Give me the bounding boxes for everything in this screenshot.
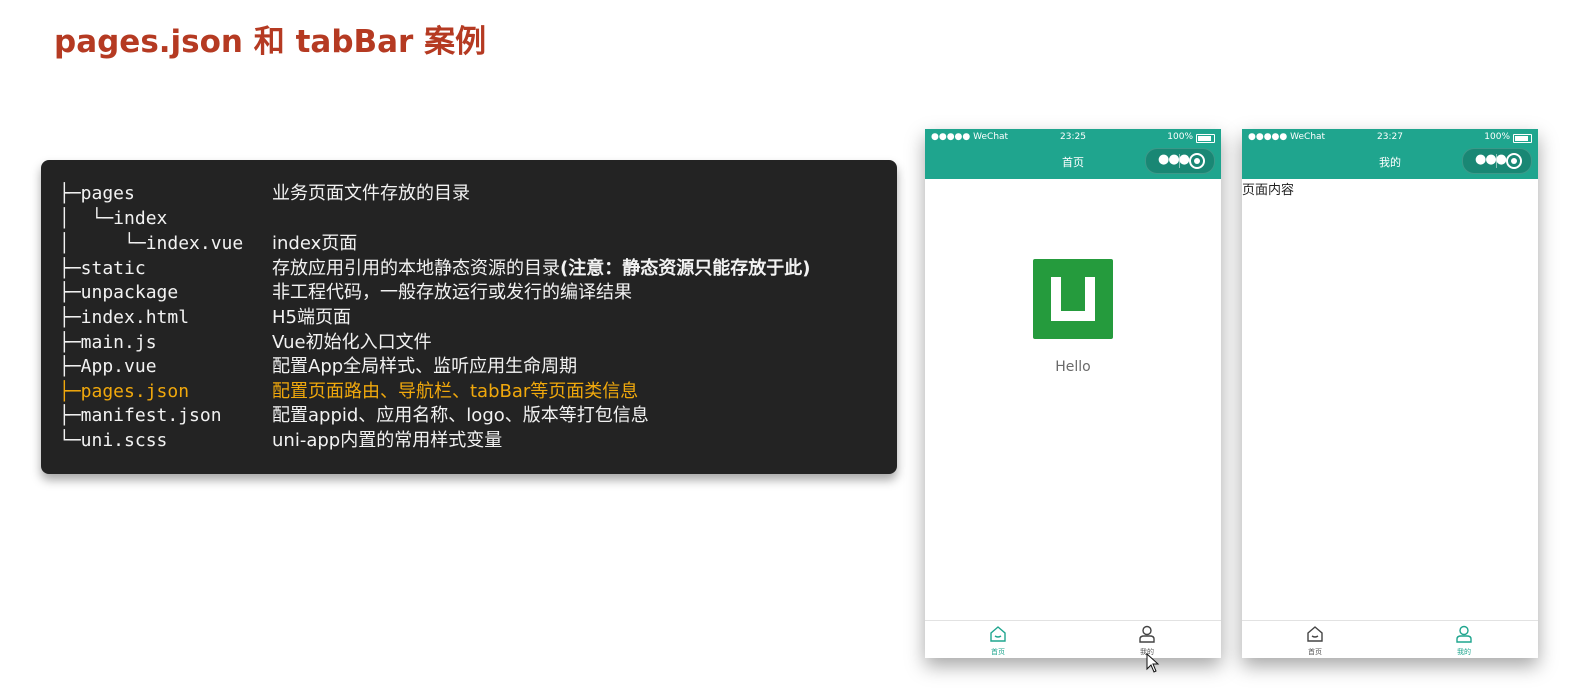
tree-path: ├─static: [59, 258, 146, 279]
slide-title: pages.json 和 tabBar 案例: [54, 24, 487, 60]
user-icon: [1456, 625, 1472, 643]
tree-path: │ └─index: [59, 208, 168, 229]
close-target-icon[interactable]: [1189, 153, 1205, 169]
user-icon: [1139, 625, 1155, 643]
tree-path: ├─main.js: [59, 332, 157, 353]
status-battery-text: 100%: [1484, 132, 1510, 142]
tree-row-index-dir: │ └─index: [41, 206, 897, 231]
tree-path: │ └─index.vue: [59, 233, 244, 254]
tab-label: 我的: [1457, 648, 1471, 656]
uni-logo-icon: [1033, 259, 1113, 339]
directory-tree-panel: ├─pages 业务页面文件存放的目录 │ └─index │ └─index.…: [41, 160, 897, 474]
close-target-icon[interactable]: [1506, 153, 1522, 169]
tree-path: ├─index.html: [59, 307, 190, 328]
tab-mine[interactable]: 我的: [1434, 621, 1494, 658]
tab-bar: 首页 我的: [1242, 620, 1538, 658]
tree-desc: 非工程代码，一般存放运行或发行的编译结果: [272, 282, 632, 303]
tree-path: ├─pages.json: [59, 381, 190, 402]
more-icon[interactable]: ●●●: [1475, 152, 1507, 168]
tree-desc: 配置App全局样式、监听应用生命周期: [272, 356, 578, 377]
tab-label: 首页: [1308, 648, 1322, 656]
tree-row-app-vue: ├─App.vue 配置App全局样式、监听应用生命周期: [41, 354, 897, 379]
tree-row-main-js: ├─main.js Vue初始化入口文件: [41, 330, 897, 355]
tree-desc: 存放应用引用的本地静态资源的目录(注意：静态资源只能存放于此): [272, 256, 810, 281]
status-battery-text: 100%: [1167, 132, 1193, 142]
tree-row-pages-json: ├─pages.json 配置页面路由、导航栏、tabBar等页面类信息: [41, 379, 897, 404]
battery-icon: [1513, 134, 1532, 143]
tree-row-index-vue: │ └─index.vue index页面: [41, 231, 897, 256]
capsule-divider: [1496, 154, 1497, 168]
phone-home-screen: ●●●●● WeChat 23:25 100% 首页 ●●● Hello 首页: [925, 129, 1221, 658]
tree-path: ├─pages: [59, 183, 135, 204]
hello-text: Hello: [1055, 359, 1091, 375]
tree-row-pages: ├─pages 业务页面文件存放的目录: [41, 181, 897, 206]
tree-path: ├─App.vue: [59, 356, 157, 377]
tab-home[interactable]: 首页: [968, 621, 1028, 658]
tree-path: ├─manifest.json: [59, 405, 222, 426]
tab-bar: 首页 我的: [925, 620, 1221, 658]
more-icon[interactable]: ●●●: [1158, 152, 1190, 168]
tree-desc-note: (注意：静态资源只能存放于此): [560, 258, 811, 279]
miniprogram-capsule[interactable]: ●●●: [1462, 148, 1532, 174]
navigation-bar: ●●●●● WeChat 23:25 100% 首页 ●●●: [925, 129, 1221, 179]
miniprogram-capsule[interactable]: ●●●: [1145, 148, 1215, 174]
home-icon: [990, 626, 1006, 642]
tree-desc: Vue初始化入口文件: [272, 332, 432, 353]
capsule-divider: [1179, 154, 1180, 168]
tree-row-static: ├─static 存放应用引用的本地静态资源的目录(注意：静态资源只能存放于此): [41, 256, 897, 281]
tree-desc-main: 存放应用引用的本地静态资源的目录: [272, 258, 560, 279]
tab-label: 首页: [991, 648, 1005, 656]
tree-path: ├─unpackage: [59, 282, 179, 303]
tree-desc: uni-app内置的常用样式变量: [272, 430, 503, 451]
tree-desc: H5端页面: [272, 307, 351, 328]
tree-desc: index页面: [272, 233, 358, 254]
tree-row-unpackage: ├─unpackage 非工程代码，一般存放运行或发行的编译结果: [41, 280, 897, 305]
tree-row-manifest-json: ├─manifest.json 配置appid、应用名称、logo、版本等打包信…: [41, 403, 897, 428]
home-icon: [1307, 626, 1323, 642]
battery-icon: [1196, 134, 1215, 143]
tree-path: └─uni.scss: [59, 430, 168, 451]
tree-row-index-html: ├─index.html H5端页面: [41, 305, 897, 330]
tree-desc: 配置页面路由、导航栏、tabBar等页面类信息: [272, 381, 639, 402]
tree-desc: 业务页面文件存放的目录: [272, 183, 470, 204]
phone-mine-screen: ●●●●● WeChat 23:27 100% 我的 ●●● 页面内容 首页 我…: [1242, 129, 1538, 658]
navigation-bar: ●●●●● WeChat 23:27 100% 我的 ●●●: [1242, 129, 1538, 179]
tree-desc: 配置appid、应用名称、logo、版本等打包信息: [272, 405, 649, 426]
mouse-cursor-icon: [1146, 653, 1160, 673]
tree-row-uni-scss: └─uni.scss uni-app内置的常用样式变量: [41, 428, 897, 453]
tab-home[interactable]: 首页: [1285, 621, 1345, 658]
page-content-text: 页面内容: [1242, 183, 1295, 198]
